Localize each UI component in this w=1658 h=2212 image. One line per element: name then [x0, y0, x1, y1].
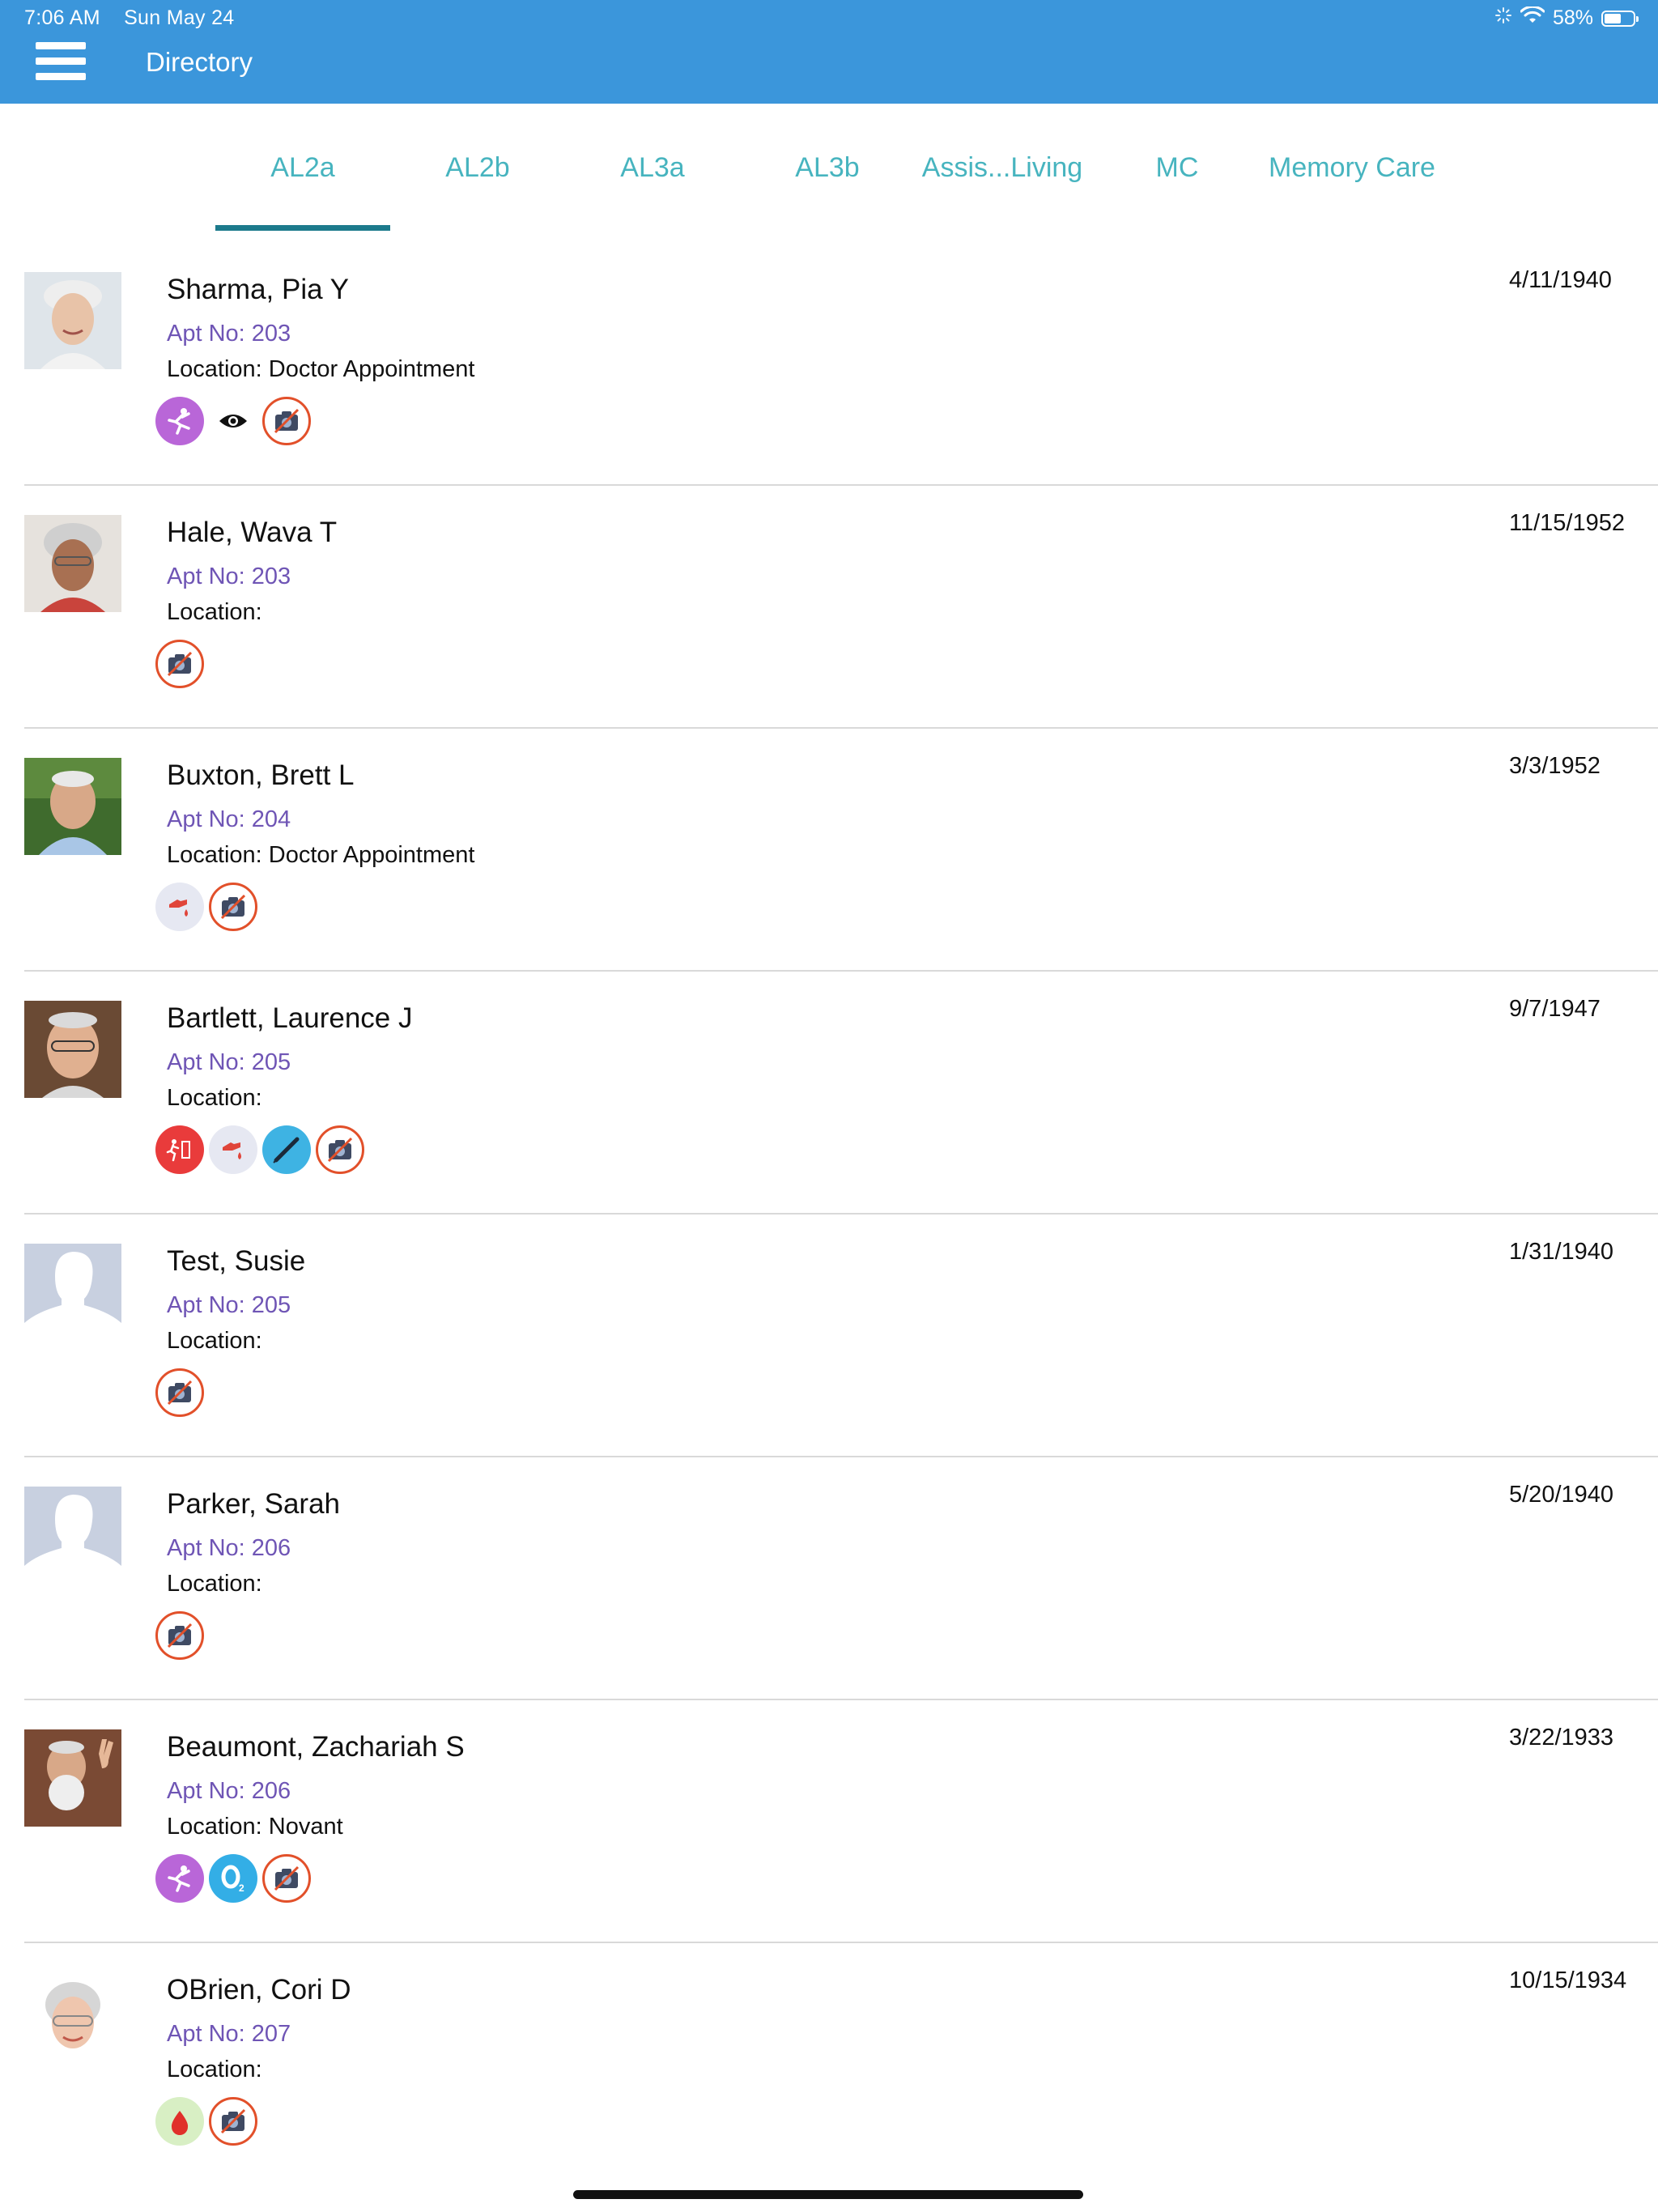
tab-memory-care[interactable]: Memory Care [1265, 152, 1439, 184]
avatar [24, 1487, 121, 1584]
date-of-birth: 4/11/1940 [1509, 267, 1612, 293]
battery-icon [1601, 10, 1639, 27]
resident-row[interactable]: Beaumont, Zachariah S Apt No: 206 Locati… [24, 1700, 1658, 1943]
resident-name: Buxton, Brett L [167, 759, 355, 791]
resident-row[interactable]: OBrien, Cori D Apt No: 207 Location: 10/… [24, 1943, 1658, 2186]
alert-icons [155, 1368, 204, 1417]
resident-name: Bartlett, Laurence J [167, 1002, 413, 1034]
app-root: 7:06 AM Sun May 24 58% Directory AL2a AL… [0, 0, 1658, 2212]
apartment-number: Apt No: 203 [167, 564, 291, 589]
avatar [24, 1001, 121, 1098]
activity-icon [1494, 6, 1512, 30]
alert-icons [155, 2097, 257, 2146]
apartment-number: Apt No: 205 [167, 1049, 291, 1075]
no-photo-icon [209, 2097, 257, 2146]
avatar [24, 1244, 121, 1341]
unit-tabs: AL2a AL2b AL3a AL3b Assis...Living MC Me… [0, 104, 1658, 233]
alert-icons [155, 1611, 204, 1660]
no-photo-icon [262, 1854, 311, 1903]
apartment-number: Apt No: 206 [167, 1535, 291, 1561]
alert-icons [155, 397, 311, 445]
resident-name: Test, Susie [167, 1245, 306, 1277]
avatar [24, 272, 121, 369]
alert-icons: 2 [155, 1854, 311, 1903]
vision-icon [209, 397, 257, 445]
resident-row[interactable]: Sharma, Pia Y Apt No: 203 Location: Doct… [24, 243, 1658, 486]
fall-risk-icon [155, 1854, 204, 1903]
resident-name: Beaumont, Zachariah S [167, 1731, 465, 1763]
top-bar: 7:06 AM Sun May 24 58% Directory [0, 0, 1658, 104]
resident-row[interactable]: Buxton, Brett L Apt No: 204 Location: Do… [24, 729, 1658, 972]
resident-row[interactable]: Hale, Wava T Apt No: 203 Location: 11/15… [24, 486, 1658, 729]
resident-name: Sharma, Pia Y [167, 274, 350, 305]
resident-location: Location: [167, 1571, 262, 1597]
date-of-birth: 9/7/1947 [1509, 996, 1601, 1022]
date-of-birth: 3/3/1952 [1509, 753, 1601, 779]
resident-name: OBrien, Cori D [167, 1974, 351, 2006]
apartment-number: Apt No: 204 [167, 806, 291, 832]
no-photo-icon [155, 640, 204, 688]
resident-location: Location: Doctor Appointment [167, 356, 475, 382]
tab-mc[interactable]: MC [1090, 152, 1265, 184]
date-of-birth: 10/15/1934 [1509, 1967, 1627, 1993]
blood-sugar-icon [155, 883, 204, 931]
tab-al3a[interactable]: AL3a [565, 152, 740, 184]
resident-location: Location: [167, 1085, 262, 1111]
resident-row[interactable]: Test, Susie Apt No: 205 Location: 1/31/1… [24, 1214, 1658, 1457]
no-photo-icon [316, 1125, 364, 1174]
date-of-birth: 3/22/1933 [1509, 1725, 1614, 1750]
resident-location: Location: Novant [167, 1814, 343, 1840]
page-title: Directory [146, 47, 253, 77]
apartment-number: Apt No: 205 [167, 1292, 291, 1318]
blood-sugar-icon [209, 1125, 257, 1174]
tab-al2a[interactable]: AL2a [215, 152, 390, 184]
resident-location: Location: Doctor Appointment [167, 842, 475, 868]
no-photo-icon [155, 1611, 204, 1660]
no-photo-icon [155, 1368, 204, 1417]
avatar [24, 515, 121, 612]
wifi-icon [1520, 5, 1545, 30]
oxygen-icon: 2 [209, 1854, 257, 1903]
avatar [24, 758, 121, 855]
no-photo-icon [262, 397, 311, 445]
tab-assisted-living[interactable]: Assis...Living [915, 152, 1090, 184]
resident-row[interactable]: Parker, Sarah Apt No: 206 Location: 5/20… [24, 1457, 1658, 1700]
apartment-number: Apt No: 207 [167, 2021, 291, 2047]
alert-icons [155, 1125, 364, 1174]
no-photo-icon [209, 883, 257, 931]
resident-name: Hale, Wava T [167, 517, 338, 548]
fall-risk-icon [155, 397, 204, 445]
avatar [24, 1972, 121, 2069]
home-indicator[interactable] [573, 2190, 1083, 2199]
hamburger-menu-icon[interactable] [36, 42, 86, 83]
resident-name: Parker, Sarah [167, 1488, 340, 1520]
blood-drop-icon [155, 2097, 204, 2146]
apartment-number: Apt No: 203 [167, 321, 291, 347]
status-bar-right: 58% [1494, 5, 1639, 30]
avatar [24, 1729, 121, 1827]
date-of-birth: 11/15/1952 [1509, 510, 1625, 536]
tab-al2b[interactable]: AL2b [390, 152, 565, 184]
resident-row[interactable]: Bartlett, Laurence J Apt No: 205 Locatio… [24, 972, 1658, 1214]
alert-icons [155, 883, 257, 931]
status-date: Sun May 24 [124, 6, 235, 29]
injection-icon [262, 1125, 311, 1174]
resident-location: Location: [167, 599, 262, 625]
tab-al3b[interactable]: AL3b [740, 152, 915, 184]
date-of-birth: 1/31/1940 [1509, 1239, 1614, 1265]
resident-location: Location: [167, 2057, 262, 2082]
status-time: 7:06 AM [24, 6, 100, 29]
apartment-number: Apt No: 206 [167, 1778, 291, 1804]
date-of-birth: 5/20/1940 [1509, 1482, 1614, 1508]
svg-text:2: 2 [239, 1882, 244, 1894]
battery-percent: 58% [1552, 6, 1593, 29]
selected-tab-indicator [215, 225, 390, 231]
resident-location: Location: [167, 1328, 262, 1354]
battery-fill [1605, 13, 1621, 23]
alert-icons [155, 640, 204, 688]
status-bar-left: 7:06 AM Sun May 24 [24, 6, 253, 30]
elopement-risk-icon [155, 1125, 204, 1174]
